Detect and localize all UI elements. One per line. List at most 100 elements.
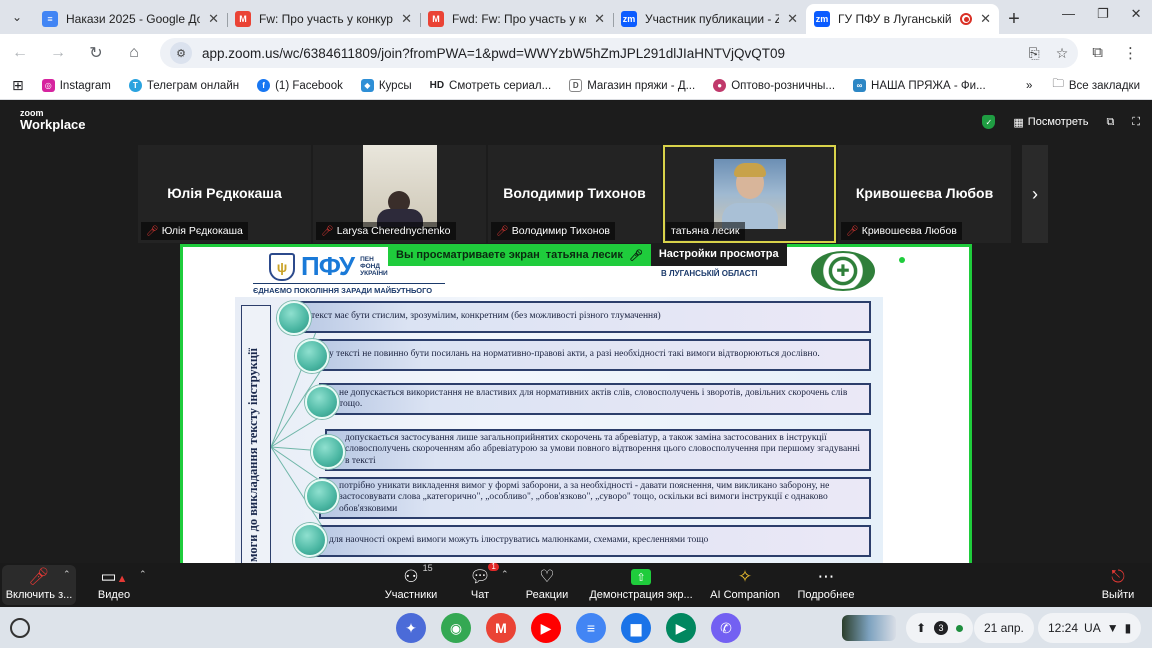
rule-text: у тексті не повинно бути посилань на нор… (329, 349, 820, 360)
url-input[interactable]: ⚙ app.zoom.us/wc/6384611809/join?fromPWA… (160, 38, 1079, 68)
forward-arrow-icon[interactable]: → (46, 41, 70, 65)
browser-tab[interactable]: M Fwd: Fw: Про участь у конку ✕ (420, 4, 613, 34)
window-thumbnail[interactable] (842, 615, 896, 641)
chrome-icon[interactable]: ◉ (441, 613, 471, 643)
more-label: Подробнее (797, 589, 855, 601)
reactions-button[interactable]: ♡ Реакции (524, 565, 570, 605)
encryption-shield-icon[interactable]: ✓ (982, 115, 996, 129)
chat-options-caret-icon[interactable]: ⌃ (501, 569, 509, 580)
close-icon[interactable]: ✕ (401, 11, 412, 27)
participant-label: 🎤︎ Кривошеєва Любов (841, 222, 962, 240)
leave-button[interactable]: ⎋ Выйти (1098, 565, 1138, 605)
participants-count: 15 (422, 563, 433, 573)
date-tray[interactable]: 21 апр. (974, 613, 1034, 643)
apps-grid-icon[interactable]: ⊞ (12, 77, 24, 94)
close-icon[interactable]: ✕ (980, 11, 991, 27)
notification-tray[interactable]: ⬆ 3 (906, 613, 974, 643)
bookmark-facebook[interactable]: f (1) Facebook (257, 79, 343, 92)
view-button[interactable]: ▦ Посмотреть (1013, 116, 1088, 129)
bookmark-serials[interactable]: HD Смотреть сериал... (430, 80, 552, 92)
video-button[interactable]: ▭▲ Видео (90, 565, 138, 605)
docs-icon[interactable]: ≡ (576, 613, 606, 643)
bookmark-label: Курсы (378, 79, 412, 92)
view-label: Посмотреть (1027, 116, 1089, 128)
play-store-icon[interactable]: ▶ (666, 613, 696, 643)
participant-tile[interactable]: Юлія Рєдкокаша 🎤︎ Юлія Рєдкокаша (138, 145, 311, 243)
rule-text: потрібно уникати викладення вимог у форм… (339, 480, 830, 514)
more-button[interactable]: ⋯ Подробнее (796, 565, 856, 605)
close-icon[interactable]: ✕ (594, 11, 605, 27)
video-options-caret-icon[interactable]: ⌃ (139, 569, 147, 580)
bookmark-wholesale[interactable]: ● Оптово-розничны... (713, 79, 835, 92)
maximize-icon[interactable]: ❐ (1097, 6, 1109, 22)
zoom-logo: zoom Workplace (20, 109, 86, 132)
shared-screen[interactable]: ψ ПФУ ПЕН ФОНД УКРАЇНИ ЄДНАЄМО ПОКОЛІННЯ… (180, 244, 972, 566)
viber-icon[interactable]: ✆ (711, 613, 741, 643)
fullscreen-icon[interactable]: ⛶ (1132, 116, 1140, 129)
yarn-icon: ∞ (853, 79, 867, 92)
leave-label: Выйти (1101, 589, 1135, 601)
tab-title: ГУ ПФУ в Луганській об (838, 12, 952, 26)
viewing-label: Вы просматриваете экран (396, 249, 540, 261)
org-line: В ЛУГАНСЬКІЙ ОБЛАСТІ (661, 269, 758, 278)
bookmark-label: Смотреть сериал... (449, 79, 552, 92)
participant-tile[interactable]: Кривошеєва Любов 🎤︎ Кривошеєва Любов (838, 145, 1011, 243)
participant-label: 🎤︎ Юлія Рєдкокаша (141, 222, 248, 240)
participants-button[interactable]: ⚇ 15 Участники (382, 563, 440, 605)
vertical-title: моги до викладання тексту інструкції (246, 348, 260, 562)
youtube-icon[interactable]: ▶ (531, 613, 561, 643)
participant-tile[interactable]: 🎤︎ Larysa Cherednychenko (313, 145, 486, 243)
bookmark-nasha-pryazha[interactable]: ∞ НАША ПРЯЖА - Фи... (853, 79, 986, 92)
close-window-icon[interactable]: ✕ (1131, 6, 1142, 22)
more-bookmarks-chevron-icon[interactable]: » (1026, 80, 1032, 92)
browser-tab-active[interactable]: zm ГУ ПФУ в Луганській об ✕ (806, 4, 999, 34)
pip-icon[interactable]: ⧉ (1106, 116, 1114, 129)
rule-item: для наочності окремі вимоги можуть ілюст… (309, 525, 871, 557)
bookmark-star-icon[interactable]: ☆ (1056, 45, 1069, 62)
participants-icon: ⚇ 15 (403, 563, 433, 586)
close-icon[interactable]: ✕ (787, 11, 798, 27)
bookmark-instagram[interactable]: ◎ Instagram (41, 79, 111, 92)
minimize-icon[interactable]: — (1062, 6, 1075, 22)
view-settings-button[interactable]: Настройки просмотра (650, 244, 787, 266)
site-info-icon[interactable]: ⚙ (170, 42, 192, 64)
browser-tab[interactable]: ≡ Накази 2025 - Google Докум ✕ (34, 4, 227, 34)
participant-tile[interactable]: Володимир Тихонов 🎤︎ Володимир Тихонов (488, 145, 661, 243)
zoom-icon: zm (621, 11, 637, 27)
participant-label-text: Кривошеєва Любов (861, 225, 957, 237)
notification-count: 3 (934, 621, 949, 635)
bookmark-courses[interactable]: ◆ Курсы (360, 79, 412, 92)
date-text: 21 апр. (984, 621, 1024, 635)
bookmark-telegram[interactable]: T Телеграм онлайн (128, 79, 239, 92)
back-arrow-icon[interactable]: ← (8, 41, 32, 65)
launcher-icon[interactable] (10, 618, 30, 638)
zoom-controls: 🎤︎ Включить з... ⌃ ▭▲ Видео ⌃ ⚇ 15 Участн… (0, 563, 1152, 607)
install-app-icon[interactable]: ⎘ (1029, 45, 1040, 62)
files-icon[interactable]: ▆ (621, 613, 651, 643)
browser-tab[interactable]: M Fw: Про участь у конкурсі - ✕ (227, 4, 420, 34)
share-screen-button[interactable]: ⇧ Демонстрация экр... (588, 565, 694, 605)
participant-strip: Юлія Рєдкокаша 🎤︎ Юлія Рєдкокаша 🎤︎ Larysa… (138, 145, 1011, 243)
browser-tab[interactable]: zm Участник публикации - Zoo ✕ (613, 4, 806, 34)
participant-tile-speaking[interactable]: татьяна лесик (663, 145, 836, 243)
home-icon[interactable]: ⌂ (122, 41, 146, 65)
all-bookmarks-folder[interactable]: 🗀 Все закладки (1052, 76, 1140, 95)
grid-view-icon: ▦ (1013, 116, 1024, 129)
new-tab-button[interactable]: + (999, 4, 1029, 34)
gemini-icon[interactable]: ✦ (396, 613, 426, 643)
close-icon[interactable]: ✕ (208, 11, 219, 27)
status-tray[interactable]: 12:24 UA ▼ ▮ (1038, 613, 1142, 643)
ai-companion-button[interactable]: ✧ AI Companion (710, 565, 780, 605)
audio-options-caret-icon[interactable]: ⌃ (63, 569, 71, 580)
participant-name: Юлія Рєдкокаша (167, 185, 282, 201)
chat-button[interactable]: 💬︎ 1 Чат (462, 563, 499, 605)
participants-label: Участники (384, 589, 438, 601)
bookmark-yarn-shop[interactable]: D Магазин пряжи - Д... (569, 79, 695, 92)
menu-kebab-icon[interactable]: ⋮ (1123, 44, 1138, 62)
next-participants-chevron-icon[interactable]: › (1022, 145, 1048, 243)
tab-search-chevron-icon[interactable]: ⌄ (0, 0, 34, 34)
reload-icon[interactable]: ↻ (84, 41, 108, 65)
sparkle-icon: ✧ (737, 567, 753, 586)
extensions-icon[interactable]: ⧉ (1092, 44, 1103, 62)
gmail-icon[interactable]: M (486, 613, 516, 643)
